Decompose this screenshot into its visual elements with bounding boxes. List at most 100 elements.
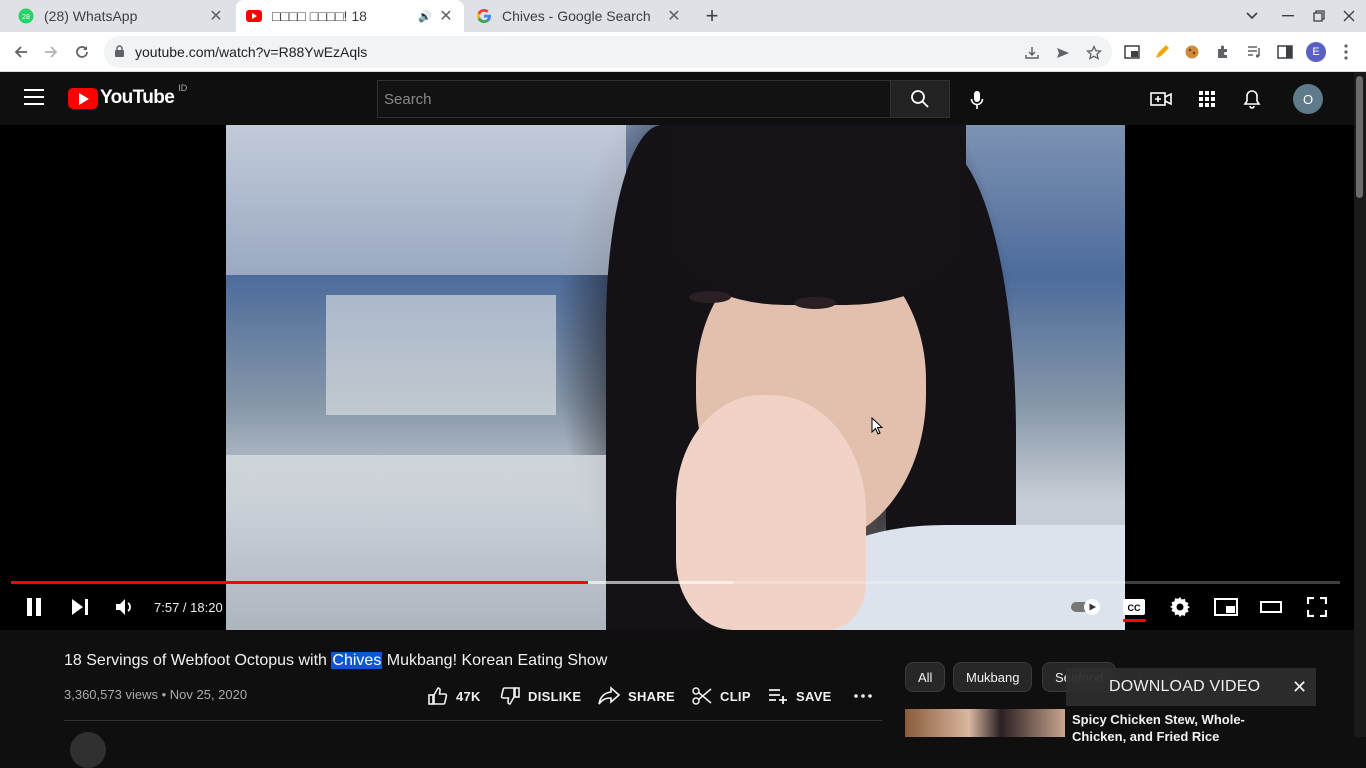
apps-grid-icon[interactable] [1195,87,1219,111]
microphone-icon [970,91,984,109]
forward-arrow-icon[interactable] [37,38,65,66]
side-panel-icon[interactable] [1275,42,1295,62]
save-button[interactable]: SAVE [768,686,832,706]
tab-google-search[interactable]: Chives - Google Search ✕ [466,0,692,32]
upload-date: Nov 25, 2020 [169,687,248,702]
bookmark-star-icon[interactable] [1085,44,1103,62]
search-placeholder: Search [384,91,432,108]
settings-button[interactable] [1168,595,1192,619]
miniplayer-icon [1214,598,1238,616]
tab-youtube[interactable]: □□□□ □□□□! 18 🔊 ✕ [236,0,464,32]
youtube-logo-text: YouTube [100,87,175,108]
close-popup-icon[interactable]: ✕ [1292,678,1307,696]
recommendation-thumbnail[interactable] [905,709,1065,737]
search-input[interactable]: Search [377,80,891,118]
notifications-bell-icon[interactable] [1240,87,1264,111]
mute-button[interactable] [113,595,137,619]
video-subject-bangs [666,125,966,305]
tab-search-chevron-icon[interactable] [1237,0,1267,32]
close-tab-icon[interactable]: ✕ [666,8,682,25]
region-code: ID [178,83,188,93]
audio-playing-icon[interactable]: 🔊 [418,10,432,23]
meta-separator: • [161,687,167,702]
like-button[interactable]: 47K [428,686,481,706]
address-bar[interactable]: youtube.com/watch?v=R88YwEzAqls [104,36,1112,68]
recommendation-title[interactable]: Spicy Chicken Stew, Whole-Chicken, and F… [1072,711,1272,745]
dislike-label: DISLIKE [528,688,582,704]
channel-avatar[interactable] [70,732,106,768]
back-arrow-icon[interactable] [7,38,35,66]
chip-all[interactable]: All [905,662,946,692]
gear-icon [1170,597,1190,617]
like-count: 47K [456,688,481,704]
voice-search-button[interactable] [962,85,992,115]
svg-text:CC: CC [1128,603,1141,613]
fullscreen-icon [1307,597,1327,617]
cookie-extension-icon[interactable] [1182,42,1202,62]
autoplay-toggle[interactable] [1070,595,1104,619]
install-app-icon[interactable] [1023,44,1041,62]
tab-title: □□□□ □□□□! 18 [272,8,367,24]
scrollbar-thumb[interactable] [1356,76,1363,198]
chip-mukbang[interactable]: Mukbang [953,662,1033,692]
browser-menu-kebab-icon[interactable] [1336,42,1356,62]
subtitles-active-indicator [1123,619,1146,622]
save-label: SAVE [796,688,832,704]
more-actions-button[interactable] [854,686,880,706]
progress-bar[interactable] [11,581,1340,584]
close-tab-icon[interactable]: ✕ [208,8,224,25]
clip-button[interactable]: CLIP [692,686,751,706]
minimize-window-icon[interactable] [1273,0,1303,32]
close-window-icon[interactable] [1334,0,1364,32]
thumbs-up-icon [428,687,448,705]
autoplay-toggle-icon [1071,599,1100,615]
google-icon [476,8,492,24]
create-video-icon[interactable] [1149,87,1173,111]
tab-whatsapp[interactable]: 28 (28) WhatsApp ✕ [8,0,234,32]
clip-label: CLIP [720,688,751,704]
more-horizontal-icon [854,694,872,698]
dislike-button[interactable]: DISLIKE [500,686,581,706]
browser-tabstrip: 28 (28) WhatsApp ✕ □□□□ □□□□! 18 🔊 ✕ Chi… [0,0,1366,32]
mouse-cursor-icon [871,416,884,440]
media-controls-icon[interactable] [1244,42,1264,62]
search-icon [911,90,929,108]
close-tab-icon[interactable]: ✕ [438,8,454,25]
reload-icon[interactable] [68,38,96,66]
guide-menu-icon[interactable] [24,89,44,105]
video-title-highlight: Chives [331,652,383,669]
send-to-device-icon[interactable] [1054,44,1072,62]
page-scrollbar[interactable] [1354,72,1366,737]
video-subject-hand [676,395,866,630]
download-video-label[interactable]: DOWNLOAD VIDEO [1109,678,1260,696]
youtube-logo[interactable]: YouTube ID [68,83,187,109]
whatsapp-icon: 28 [18,8,34,24]
search-button[interactable] [890,80,950,118]
extensions-puzzle-icon[interactable] [1213,42,1233,62]
video-subject-eye [689,291,731,303]
new-tab-button[interactable]: + [700,3,724,28]
next-video-button[interactable] [68,595,92,619]
video-frame[interactable] [226,125,1125,630]
volume-icon [116,599,131,615]
theater-mode-button[interactable] [1259,595,1283,619]
pencil-extension-icon[interactable] [1152,42,1172,62]
video-player[interactable]: 7:57 / 18:20 CC [0,125,1354,630]
miniplayer-button[interactable] [1214,595,1238,619]
pause-button[interactable] [22,595,46,619]
subtitles-button[interactable]: CC [1122,595,1146,619]
account-avatar[interactable]: O [1293,84,1323,114]
picture-in-picture-extension-icon[interactable] [1122,42,1142,62]
lock-icon[interactable] [114,45,125,63]
add-to-playlist-icon [769,689,787,704]
url-text: youtube.com/watch?v=R88YwEzAqls [135,44,368,60]
fullscreen-button[interactable] [1305,595,1329,619]
time-display: 7:57 / 18:20 [154,600,223,615]
browser-profile-avatar[interactable]: E [1306,42,1326,62]
scissors-icon [692,687,712,705]
restore-window-icon[interactable] [1304,0,1334,32]
download-video-popup[interactable]: DOWNLOAD VIDEO ✕ [1066,668,1316,706]
share-button[interactable]: SHARE [598,686,675,706]
view-count: 3,360,573 views [64,687,158,702]
progress-played [11,581,588,584]
